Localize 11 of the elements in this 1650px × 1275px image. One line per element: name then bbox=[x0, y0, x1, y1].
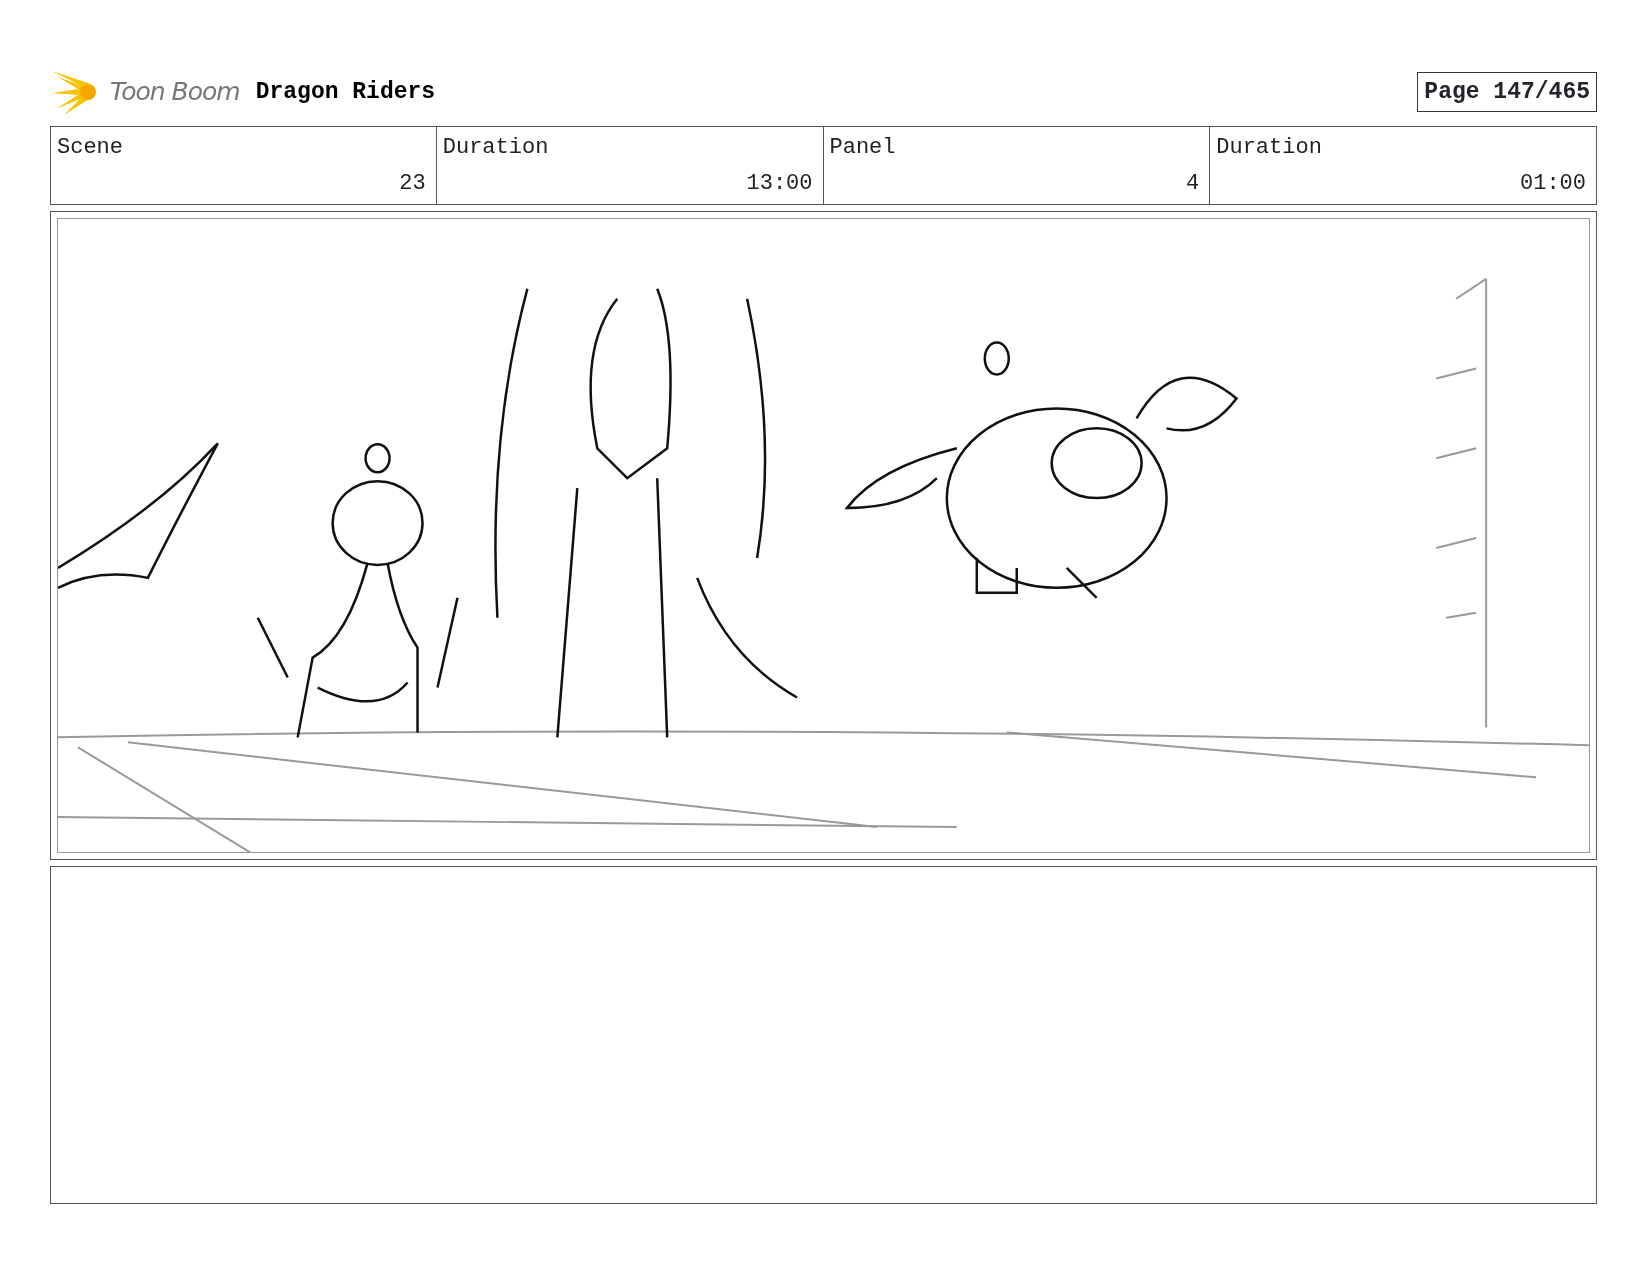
column-header: Duration bbox=[1216, 134, 1323, 162]
column-header: Duration bbox=[442, 134, 550, 162]
storyboard-title: Dragon Riders bbox=[255, 77, 436, 107]
table-cell-text: 4 bbox=[1186, 170, 1200, 198]
page-number: Page 147/465 bbox=[1417, 71, 1597, 113]
table-cell-text: 13:00 bbox=[746, 170, 813, 198]
table-cell-text: 23 bbox=[399, 170, 426, 198]
column-header: Panel bbox=[829, 134, 897, 162]
column-header: Scene bbox=[57, 134, 124, 162]
logo-text: Toon Boom bbox=[110, 76, 240, 109]
table-cell-text: 01:00 bbox=[1520, 170, 1586, 198]
